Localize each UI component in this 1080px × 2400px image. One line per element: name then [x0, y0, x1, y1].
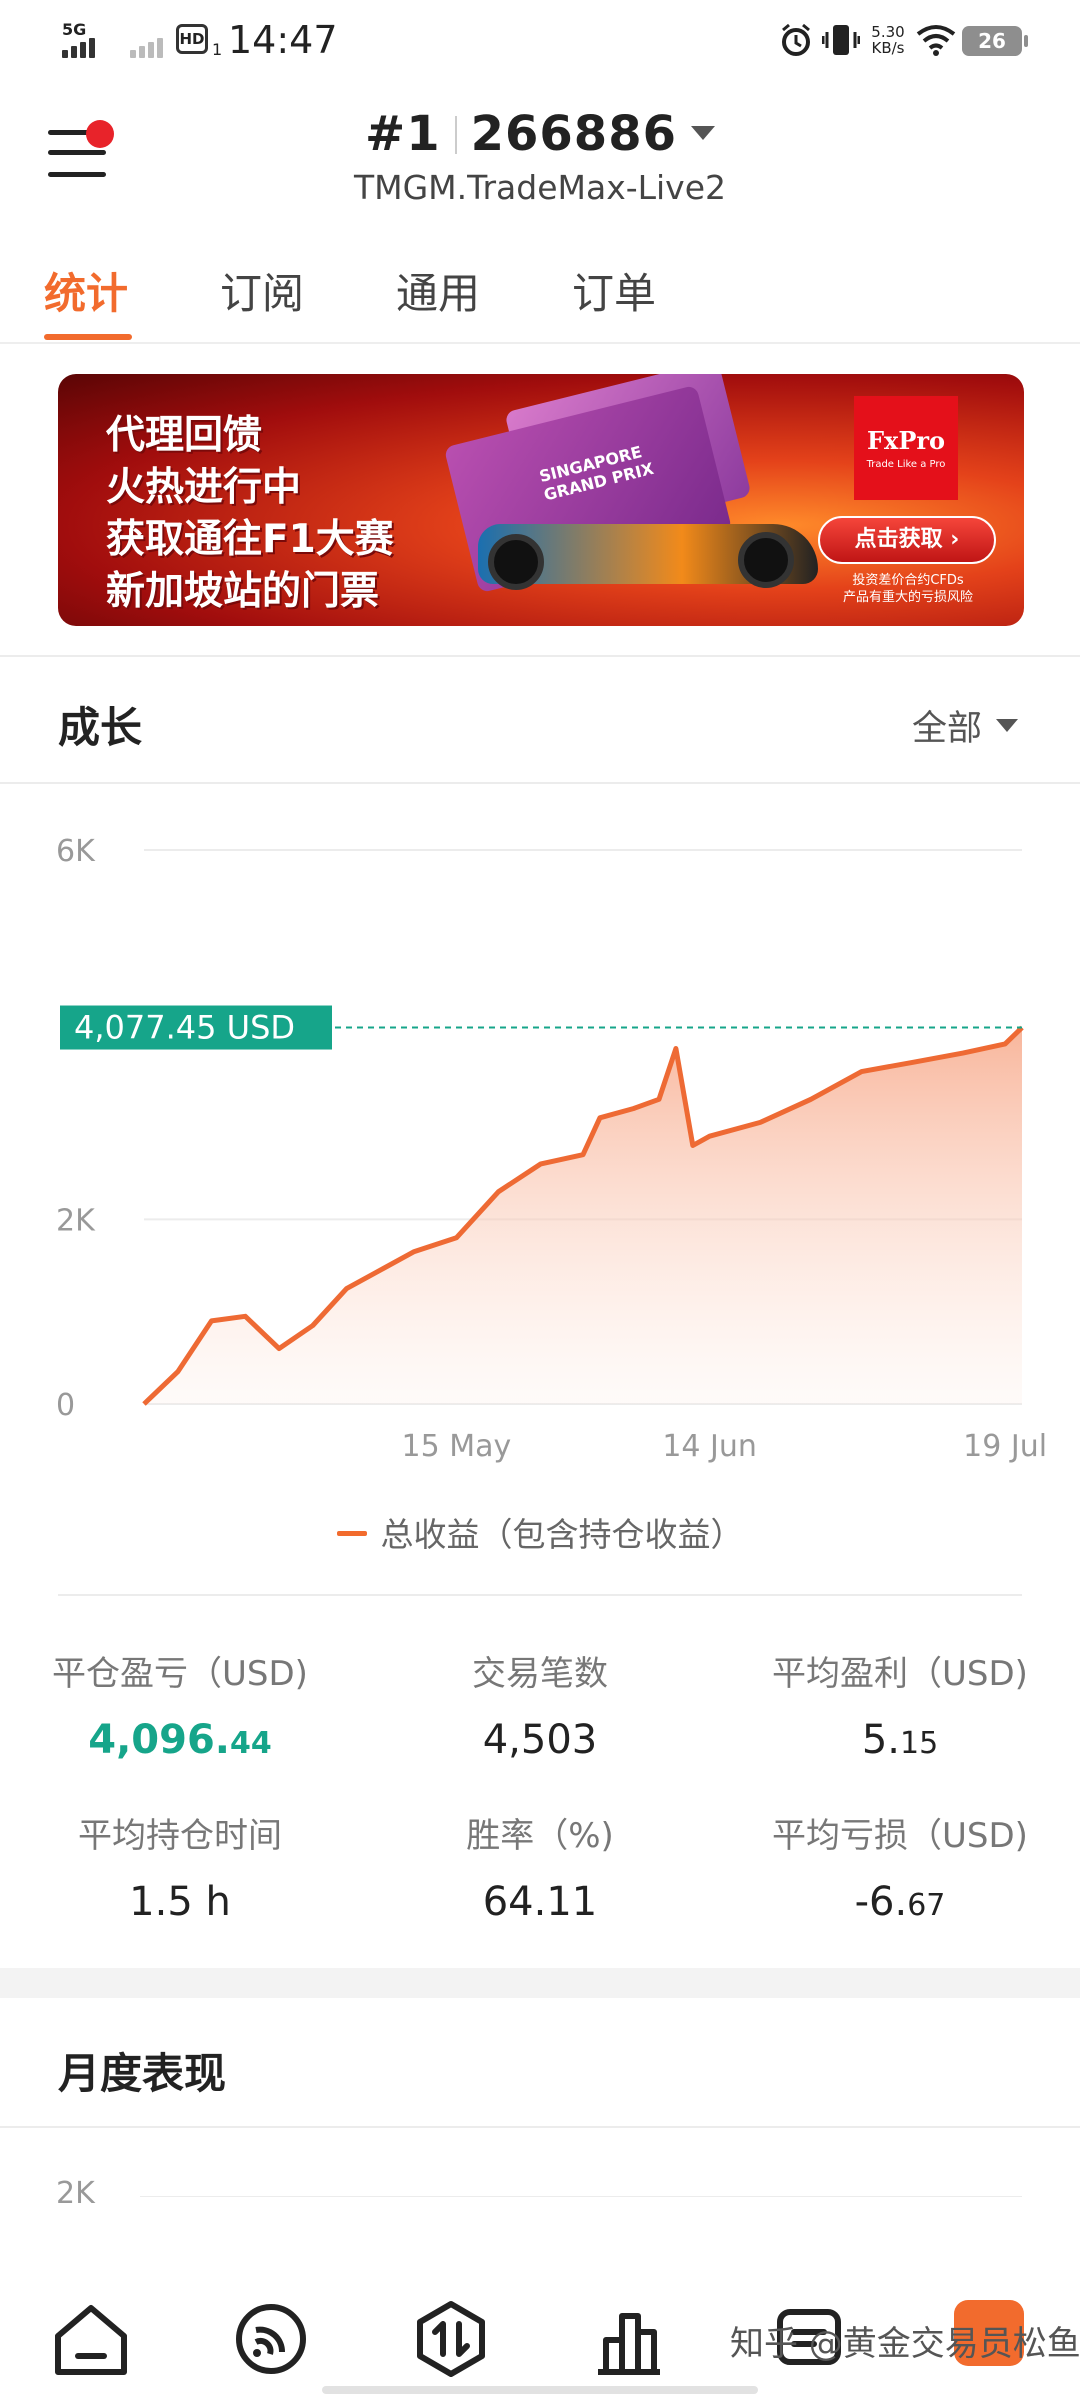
tab-bar: 统计 订阅 通用 订单: [0, 252, 1080, 344]
tab-orders[interactable]: 订单: [572, 260, 656, 321]
stat-avg-profit: 平均盈利（USD) 5.15: [772, 1654, 1028, 1763]
subscription-icon[interactable]: [226, 2294, 316, 2384]
car-wheel: [488, 534, 544, 590]
battery-icon: 26: [962, 26, 1028, 56]
y-tick-label: 6K: [56, 834, 96, 869]
chart-legend: 总收益（包含持仓收益）: [0, 1508, 1080, 1556]
signal-2-icon: [130, 38, 163, 58]
tab-indicator: [44, 334, 132, 340]
chevron-down-icon: [996, 719, 1018, 732]
section-spacer: [0, 1968, 1080, 1998]
legend-label: 总收益（包含持仓收益）: [380, 1515, 744, 1554]
alarm-icon: [782, 23, 810, 56]
chevron-down-icon: [691, 126, 715, 140]
account-selector[interactable]: #1 266886: [0, 106, 1080, 162]
x-tick-label: 14 Jun: [662, 1429, 757, 1464]
banner-text: 代理回馈 火热进行中 获取通往F1大赛 新加坡站的门票: [106, 413, 394, 614]
hd-icon: HD: [176, 24, 208, 54]
y-tick-label: 2K: [56, 1203, 96, 1238]
banner-cta-button[interactable]: 点击获取 ›: [818, 516, 996, 564]
x-tick-label: 15 May: [401, 1429, 511, 1464]
divider: [0, 782, 1080, 784]
divider: [0, 2126, 1080, 2128]
range-selector[interactable]: 全部: [912, 700, 1018, 751]
vibrate-icon: [822, 25, 860, 55]
y-tick-label: 0: [56, 1388, 75, 1423]
network-type: 5G: [62, 20, 87, 39]
gridline: [140, 2196, 1022, 2197]
home-indicator[interactable]: [322, 2386, 758, 2394]
stat-avg-loss: 平均亏损（USD) -6.67: [772, 1816, 1028, 1925]
hd-sub: 1: [212, 40, 223, 59]
account-rank: #1: [364, 106, 441, 162]
banner-disclaimer: 投资差价合约CFDs 产品有重大的亏损风险: [842, 573, 973, 605]
divider: [0, 655, 1080, 657]
growth-chart: 4,077.45 USD 0 2K 6K 15 May 14 Jun 19 Jul: [56, 834, 1047, 1464]
growth-title: 成长: [58, 703, 143, 752]
fxpro-logo: FxPro Trade Like a Pro: [854, 396, 958, 500]
chart-icon[interactable]: [584, 2294, 674, 2384]
monthly-y-tick: 2K: [56, 2176, 95, 2211]
divider: [58, 1594, 1022, 1596]
status-bar: 5G HD 1 14:47 5.30 KB/s 26: [0, 0, 1080, 80]
stat-closed-pnl: 平仓盈亏（USD) 4,096.44: [52, 1654, 308, 1763]
clock: 14:47: [228, 18, 338, 62]
watermark: 知乎 @黄金交易员松鱼: [730, 2324, 1080, 2364]
monthly-title: 月度表现: [58, 2049, 227, 2098]
car-wheel: [738, 532, 794, 588]
account-id: 266886: [470, 106, 677, 162]
stat-avg-holding-time: 平均持仓时间 1.5 h: [78, 1816, 282, 1925]
stat-trade-count: 交易笔数 4,503: [472, 1654, 608, 1763]
account-server: TMGM.TradeMax-Live2: [353, 168, 727, 207]
wifi-icon: [916, 25, 956, 56]
net-speed: 5.30 KB/s: [871, 23, 905, 57]
trade-icon[interactable]: [406, 2294, 496, 2384]
tab-subscribe[interactable]: 订阅: [220, 260, 304, 321]
promo-banner[interactable]: SINGAPORE GRAND PRIX 代理回馈 火热进行中 获取通往F1大赛…: [58, 374, 1024, 626]
home-icon[interactable]: [46, 2294, 136, 2384]
current-value-label: 4,077.45 USD: [74, 1009, 295, 1047]
stat-win-rate: 胜率（%) 64.11: [466, 1816, 614, 1925]
legend-swatch: [336, 1531, 367, 1536]
x-tick-label: 19 Jul: [963, 1429, 1047, 1464]
tab-statistics[interactable]: 统计: [44, 260, 128, 321]
tab-general[interactable]: 通用: [396, 260, 480, 321]
signal-icon: [62, 38, 95, 58]
